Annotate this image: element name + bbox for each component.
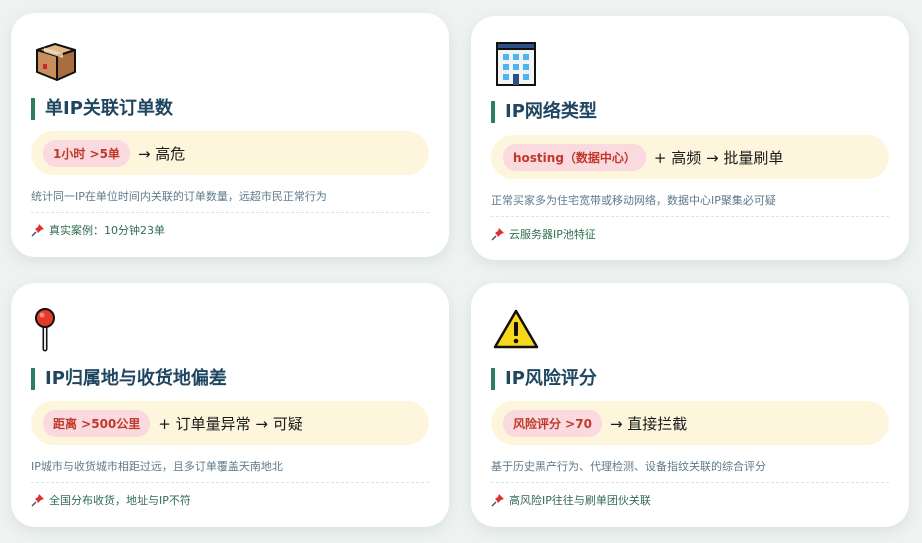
- case-note: 真实案例：10分钟23单: [31, 222, 165, 238]
- threshold-formula: 1小时 >5单 → 高危: [31, 131, 429, 175]
- threshold-pill: 距离 >500公里: [43, 409, 151, 437]
- card-title: IP网络类型: [491, 101, 597, 123]
- metric-card-network-type: IP网络类型 hosting（数据中心） + 高频 → 批量刷单 正常买家多为住…: [471, 16, 909, 260]
- pushpin-icon: [31, 494, 44, 507]
- card-description: 统计同一IP在单位时间内关联的订单数量，远超市民正常行为: [31, 190, 327, 203]
- threshold-formula: hosting（数据中心） + 高频 → 批量刷单: [491, 135, 889, 179]
- divider: [31, 212, 429, 213]
- threshold-result: → 高危: [137, 144, 186, 163]
- case-note: 云服务器IP池特征: [491, 226, 596, 242]
- card-title: IP归属地与收货地偏差: [31, 368, 227, 390]
- threshold-result: → 直接拦截: [609, 414, 688, 433]
- card-title: 单IP关联订单数: [31, 98, 173, 120]
- metric-card-orders-per-ip: 单IP关联订单数 1小时 >5单 → 高危 统计同一IP在单位时间内关联的订单数…: [11, 13, 449, 257]
- case-note-text: 高风险IP往往与刷单团伙关联: [509, 494, 651, 507]
- case-note-text: 全国分布收货，地址与IP不符: [49, 494, 191, 507]
- threshold-pill: hosting（数据中心）: [503, 143, 646, 171]
- divider: [31, 482, 429, 483]
- pushpin-icon: [491, 494, 504, 507]
- threshold-result: + 高频 → 批量刷单: [653, 148, 784, 167]
- card-title: IP风险评分: [491, 368, 597, 390]
- case-note-text: 云服务器IP池特征: [509, 228, 596, 241]
- threshold-pill: 1小时 >5单: [43, 139, 130, 167]
- threshold-pill: 风险评分 >70: [503, 409, 602, 437]
- pushpin-icon: [31, 224, 44, 237]
- case-note: 高风险IP往往与刷单团伙关联: [491, 492, 651, 508]
- office-building-icon: [493, 41, 539, 87]
- divider: [491, 216, 889, 217]
- card-description: 基于历史黑产行为、代理检测、设备指纹关联的综合评分: [491, 460, 766, 473]
- card-description: IP城市与收货城市相距过远，且多订单覆盖天南地北: [31, 460, 283, 473]
- round-pushpin-icon: [33, 307, 79, 353]
- threshold-result: + 订单量异常 → 可疑: [158, 414, 303, 433]
- package-box-icon: [33, 38, 79, 84]
- metric-card-risk-score: IP风险评分 风险评分 >70 → 直接拦截 基于历史黑产行为、代理检测、设备指…: [471, 283, 909, 527]
- threshold-formula: 风险评分 >70 → 直接拦截: [491, 401, 889, 445]
- warning-sign-icon: [493, 307, 539, 353]
- pushpin-icon: [491, 228, 504, 241]
- divider: [491, 482, 889, 483]
- threshold-formula: 距离 >500公里 + 订单量异常 → 可疑: [31, 401, 429, 445]
- case-note: 全国分布收货，地址与IP不符: [31, 492, 191, 508]
- case-note-text: 真实案例：10分钟23单: [49, 224, 165, 237]
- card-description: 正常买家多为住宅宽带或移动网络，数据中心IP聚集必可疑: [491, 194, 776, 207]
- metric-card-location-mismatch: IP归属地与收货地偏差 距离 >500公里 + 订单量异常 → 可疑 IP城市与…: [11, 283, 449, 527]
